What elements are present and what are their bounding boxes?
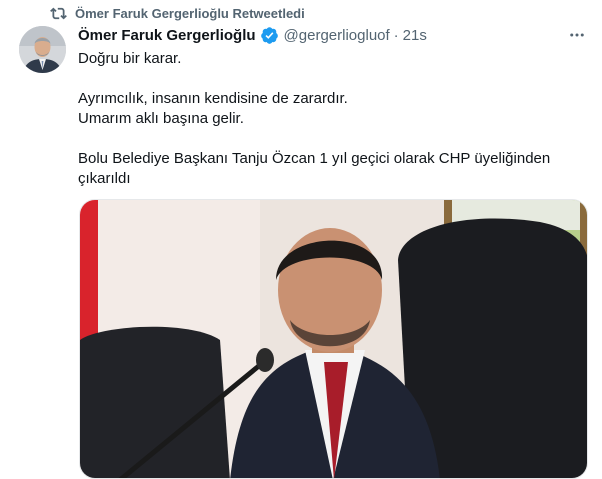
retweet-icon (50, 5, 67, 22)
author-name[interactable]: Ömer Faruk Gergerlioğlu (78, 27, 256, 44)
verified-badge-icon[interactable] (260, 26, 279, 45)
tweet-line: Umarım aklı başına gelir. (78, 110, 244, 127)
tweet-line: Doğru bir karar. (78, 50, 182, 67)
tweet-text: Doğru bir karar. Ayrımcılık, insanın ken… (78, 49, 578, 189)
retweet-header[interactable]: Ömer Faruk Gergerlioğlu Retweetledi (50, 4, 305, 22)
avatar[interactable] (19, 26, 66, 73)
tweet-line-break (78, 69, 578, 89)
tweet-line: Bolu Belediye Başkanı Tanju Özcan 1 yıl … (78, 150, 551, 167)
tweet-line: çıkarıldı (78, 170, 131, 187)
retweet-label[interactable]: Ömer Faruk Gergerlioğlu Retweetledi (75, 6, 305, 21)
separator-dot: · (393, 26, 399, 44)
tweet-timestamp[interactable]: 21s (403, 27, 427, 44)
tweet-line: Ayrımcılık, insanın kendisine de zarardı… (78, 90, 348, 107)
more-options-icon[interactable] (566, 24, 588, 46)
tweet-line-break (78, 129, 578, 149)
author-handle[interactable]: @gergerliogluof (284, 27, 390, 44)
tweet-header: Ömer Faruk Gergerlioğlu @gergerliogluof … (78, 25, 427, 45)
tweet-photo[interactable] (79, 199, 588, 479)
